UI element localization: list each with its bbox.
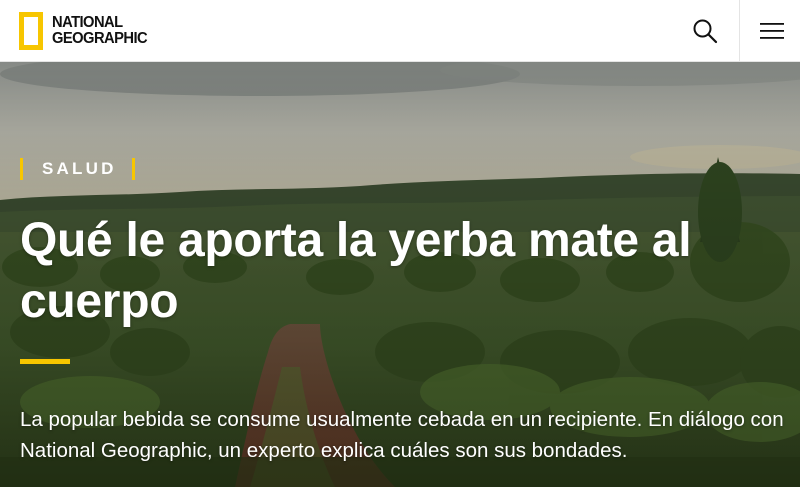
site-header: NATIONAL GEOGRAPHIC bbox=[0, 0, 800, 62]
logo-line-2: GEOGRAPHIC bbox=[52, 30, 148, 47]
headline-accent-rule bbox=[20, 359, 70, 364]
kicker-label: SALUD bbox=[42, 159, 117, 178]
menu-button[interactable] bbox=[750, 12, 794, 50]
search-button[interactable] bbox=[682, 12, 728, 50]
kicker-right-bar bbox=[131, 158, 135, 180]
logo-wordmark: NATIONAL GEOGRAPHIC bbox=[52, 14, 148, 47]
header-divider bbox=[739, 0, 740, 62]
hamburger-menu-icon bbox=[760, 23, 784, 39]
article-dek: La popular bebida se consume usualmente … bbox=[20, 408, 784, 462]
national-geographic-logo[interactable]: NATIONAL GEOGRAPHIC bbox=[19, 12, 155, 50]
search-icon bbox=[693, 19, 718, 44]
article-headline: Qué le aporta la yerba mate al cuerpo bbox=[20, 214, 692, 328]
section-kicker[interactable]: SALUD bbox=[20, 158, 135, 180]
hero-section: SALUD Qué le aporta la yerba mate al cue… bbox=[0, 62, 800, 487]
logo-line-1: NATIONAL bbox=[52, 14, 123, 31]
yellow-border-logo-icon bbox=[19, 12, 43, 50]
